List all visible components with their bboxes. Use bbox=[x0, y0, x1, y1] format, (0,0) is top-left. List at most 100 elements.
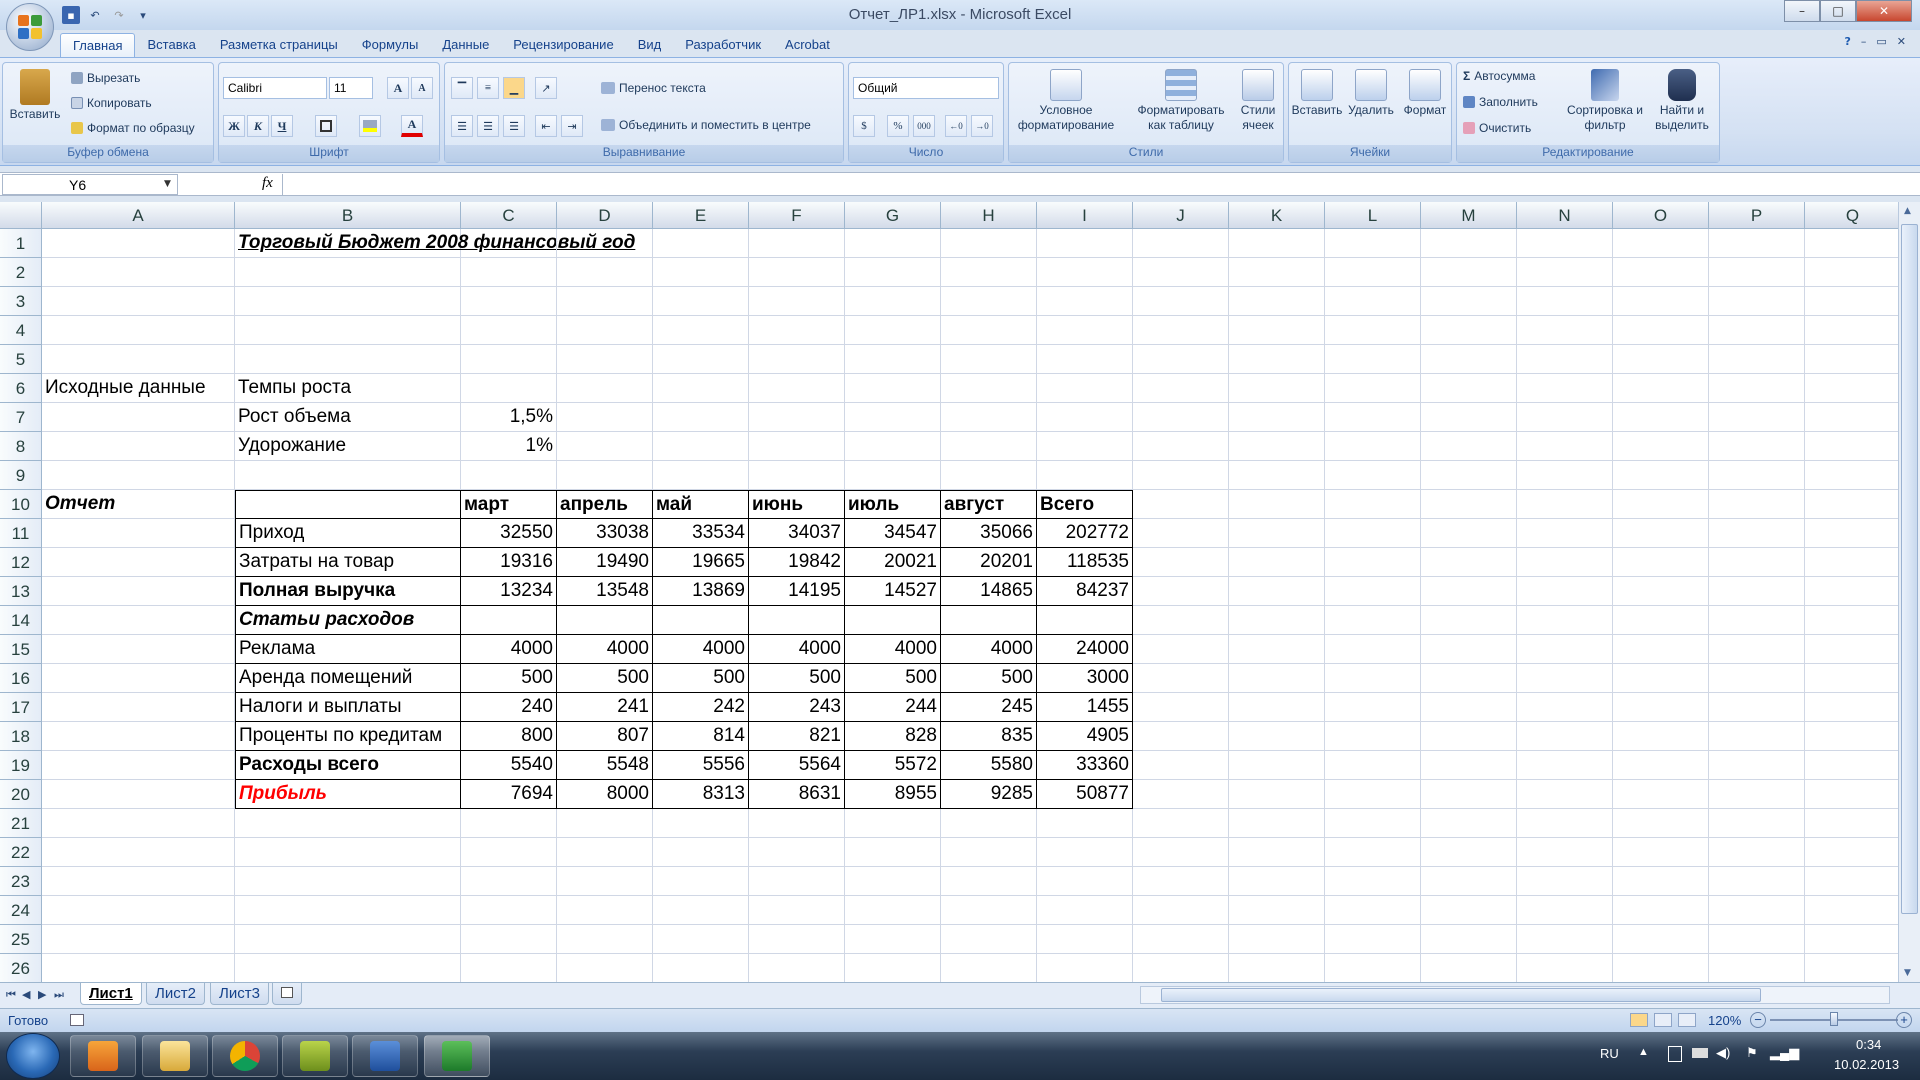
column-header[interactable]: O bbox=[1613, 202, 1709, 229]
cell[interactable] bbox=[1421, 461, 1517, 490]
taskbar-explorer[interactable] bbox=[142, 1035, 208, 1077]
cell[interactable] bbox=[653, 925, 749, 954]
cell[interactable] bbox=[235, 867, 461, 896]
tab-review[interactable]: Рецензирование bbox=[501, 33, 625, 57]
cell[interactable]: 202772 bbox=[1037, 519, 1133, 548]
cell[interactable] bbox=[1709, 548, 1805, 577]
cell[interactable] bbox=[557, 287, 653, 316]
cell[interactable] bbox=[941, 287, 1037, 316]
cell[interactable] bbox=[1325, 722, 1421, 751]
cell[interactable] bbox=[42, 635, 235, 664]
row-header[interactable]: 10 bbox=[0, 490, 42, 519]
cell[interactable] bbox=[1133, 809, 1229, 838]
cell[interactable] bbox=[235, 345, 461, 374]
cell[interactable] bbox=[1613, 664, 1709, 693]
cell[interactable] bbox=[1709, 345, 1805, 374]
cell[interactable] bbox=[1325, 809, 1421, 838]
autosum-button[interactable]: Σ Автосумма bbox=[1463, 69, 1535, 83]
cell[interactable]: 500 bbox=[653, 664, 749, 693]
cell[interactable] bbox=[1421, 258, 1517, 287]
cell[interactable] bbox=[1229, 287, 1325, 316]
cell[interactable] bbox=[1229, 577, 1325, 606]
cell[interactable] bbox=[1421, 693, 1517, 722]
insert-sheet-button[interactable] bbox=[272, 983, 302, 1005]
cell[interactable] bbox=[653, 229, 749, 258]
column-header[interactable]: D bbox=[557, 202, 653, 229]
increase-indent-button[interactable]: ⇥ bbox=[561, 115, 583, 137]
cell[interactable] bbox=[461, 838, 557, 867]
help-icon[interactable]: ? bbox=[1844, 35, 1850, 48]
cell[interactable]: 19490 bbox=[557, 548, 653, 577]
cell[interactable] bbox=[1805, 461, 1898, 490]
sheet-tab-1[interactable]: Лист1 bbox=[80, 983, 142, 1005]
row-header[interactable]: 12 bbox=[0, 548, 42, 577]
cell[interactable]: 84237 bbox=[1037, 577, 1133, 606]
cell[interactable] bbox=[42, 751, 235, 780]
cell[interactable] bbox=[235, 316, 461, 345]
cell[interactable] bbox=[42, 432, 235, 461]
vertical-scrollbar[interactable]: ▲ ▼ bbox=[1898, 202, 1920, 982]
cell[interactable] bbox=[941, 229, 1037, 258]
cell[interactable] bbox=[1133, 374, 1229, 403]
name-box[interactable]: Y6 bbox=[2, 174, 178, 195]
cell[interactable] bbox=[1709, 867, 1805, 896]
zoom-out-icon[interactable]: − bbox=[1750, 1012, 1766, 1028]
cell[interactable] bbox=[1805, 896, 1898, 925]
cell[interactable] bbox=[1325, 316, 1421, 345]
macro-record-icon[interactable] bbox=[70, 1014, 84, 1026]
cell[interactable] bbox=[1229, 867, 1325, 896]
cell[interactable] bbox=[1229, 229, 1325, 258]
cell[interactable]: 807 bbox=[557, 722, 653, 751]
cell[interactable] bbox=[1517, 606, 1613, 635]
cell[interactable]: Темпы роста bbox=[235, 374, 461, 403]
cell[interactable] bbox=[1325, 954, 1421, 982]
cell[interactable]: 13234 bbox=[461, 577, 557, 606]
cell[interactable]: 8313 bbox=[653, 780, 749, 809]
zoom-slider-thumb[interactable] bbox=[1830, 1012, 1838, 1026]
insert-cells-button[interactable]: Вставить bbox=[1291, 69, 1343, 118]
cell[interactable]: 242 bbox=[653, 693, 749, 722]
cell[interactable]: Статьи расходов bbox=[235, 606, 461, 635]
cell[interactable] bbox=[1613, 490, 1709, 519]
cell[interactable] bbox=[235, 838, 461, 867]
row-header[interactable]: 20 bbox=[0, 780, 42, 809]
cell[interactable]: 118535 bbox=[1037, 548, 1133, 577]
cell[interactable] bbox=[1709, 838, 1805, 867]
cell[interactable]: 20021 bbox=[845, 548, 941, 577]
cell[interactable] bbox=[749, 287, 845, 316]
cell[interactable] bbox=[1709, 664, 1805, 693]
cell[interactable] bbox=[1613, 896, 1709, 925]
cell[interactable]: Затраты на товар bbox=[235, 548, 461, 577]
cell[interactable] bbox=[1517, 403, 1613, 432]
cell[interactable] bbox=[1421, 635, 1517, 664]
cell[interactable] bbox=[1421, 809, 1517, 838]
cell[interactable] bbox=[461, 374, 557, 403]
cell[interactable] bbox=[1037, 345, 1133, 374]
cell[interactable] bbox=[461, 606, 557, 635]
cell[interactable]: 5540 bbox=[461, 751, 557, 780]
cell[interactable]: 500 bbox=[461, 664, 557, 693]
cell[interactable] bbox=[1709, 374, 1805, 403]
cell[interactable] bbox=[1613, 316, 1709, 345]
volume-icon[interactable]: ◀) bbox=[1716, 1045, 1730, 1061]
row-header[interactable]: 3 bbox=[0, 287, 42, 316]
cell[interactable]: 33038 bbox=[557, 519, 653, 548]
cell[interactable] bbox=[653, 345, 749, 374]
cell[interactable] bbox=[1133, 519, 1229, 548]
cell[interactable] bbox=[1325, 925, 1421, 954]
cell[interactable] bbox=[557, 403, 653, 432]
delete-cells-button[interactable]: Удалить bbox=[1345, 69, 1397, 118]
cell[interactable] bbox=[1421, 374, 1517, 403]
worksheet-grid[interactable]: ABCDEFGHIJKLMNOPQ 1 Торговый Бюджет 2008 … bbox=[0, 202, 1898, 982]
tab-developer[interactable]: Разработчик bbox=[673, 33, 773, 57]
cell[interactable]: 14527 bbox=[845, 577, 941, 606]
italic-button[interactable]: К bbox=[247, 115, 269, 137]
cell[interactable] bbox=[1421, 867, 1517, 896]
cell[interactable] bbox=[42, 258, 235, 287]
cell[interactable] bbox=[653, 838, 749, 867]
row-header[interactable]: 17 bbox=[0, 693, 42, 722]
cell[interactable] bbox=[653, 809, 749, 838]
cell[interactable] bbox=[1133, 403, 1229, 432]
cell[interactable] bbox=[1037, 954, 1133, 982]
cell[interactable]: 34037 bbox=[749, 519, 845, 548]
